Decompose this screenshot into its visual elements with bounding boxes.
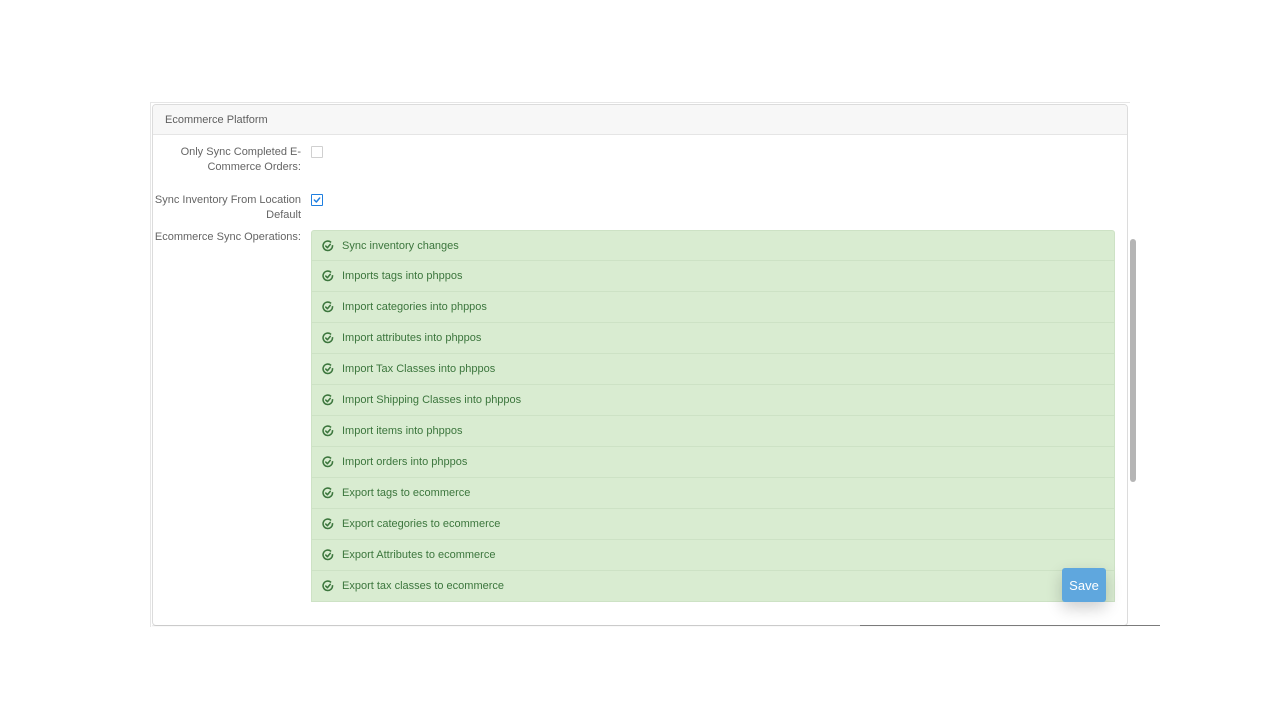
- op-label: Import Tax Classes into phppos: [342, 363, 495, 375]
- ecommerce-sync-ops-label: Ecommerce Sync Operations:: [153, 230, 311, 602]
- sync-inventory-checkbox[interactable]: [311, 194, 323, 206]
- check-circle-icon: [322, 549, 334, 561]
- op-import-items[interactable]: Import items into phppos: [311, 416, 1115, 447]
- op-import-tax-classes[interactable]: Import Tax Classes into phppos: [311, 354, 1115, 385]
- check-circle-icon: [322, 487, 334, 499]
- op-label: Import orders into phppos: [342, 456, 467, 468]
- check-circle-icon: [322, 518, 334, 530]
- op-import-attributes[interactable]: Import attributes into phppos: [311, 323, 1115, 354]
- op-label: Export tags to ecommerce: [342, 487, 470, 499]
- panel-outer-top: [150, 102, 1130, 103]
- save-button[interactable]: Save: [1062, 568, 1106, 602]
- op-label: Sync inventory changes: [342, 240, 459, 252]
- op-label: Export categories to ecommerce: [342, 518, 500, 530]
- scrollbar-thumb[interactable]: [1130, 239, 1136, 482]
- only-sync-completed-label: Only Sync Completed E-Commerce Orders:: [153, 145, 311, 175]
- op-import-shipping-classes[interactable]: Import Shipping Classes into phppos: [311, 385, 1115, 416]
- panel-title: Ecommerce Platform: [153, 105, 1127, 135]
- op-imports-tags[interactable]: Imports tags into phppos: [311, 261, 1115, 292]
- panel-outer-left: [150, 102, 151, 627]
- op-label: Import Shipping Classes into phppos: [342, 394, 521, 406]
- sync-inventory-label: Sync Inventory From Location Default: [153, 193, 311, 223]
- panel-title-text: Ecommerce Platform: [165, 114, 268, 126]
- check-circle-icon: [322, 301, 334, 313]
- op-export-categories[interactable]: Export categories to ecommerce: [311, 509, 1115, 540]
- ecommerce-platform-panel: Ecommerce Platform Only Sync Completed E…: [152, 104, 1128, 626]
- check-circle-icon: [322, 456, 334, 468]
- op-export-tags[interactable]: Export tags to ecommerce: [311, 478, 1115, 509]
- op-import-categories[interactable]: Import categories into phppos: [311, 292, 1115, 323]
- op-label: Imports tags into phppos: [342, 270, 462, 282]
- op-label: Import items into phppos: [342, 425, 462, 437]
- footer-divider: [860, 625, 1160, 626]
- op-import-orders[interactable]: Import orders into phppos: [311, 447, 1115, 478]
- ecommerce-sync-ops-list: Sync inventory changes Imports tags into…: [311, 230, 1115, 602]
- check-circle-icon: [322, 394, 334, 406]
- check-circle-icon: [322, 270, 334, 282]
- op-label: Import categories into phppos: [342, 301, 487, 313]
- check-circle-icon: [322, 580, 334, 592]
- check-circle-icon: [322, 332, 334, 344]
- op-export-tax-classes[interactable]: Export tax classes to ecommerce: [311, 571, 1115, 602]
- op-sync-inventory-changes[interactable]: Sync inventory changes: [311, 230, 1115, 261]
- op-label: Export tax classes to ecommerce: [342, 580, 504, 592]
- check-circle-icon: [322, 363, 334, 375]
- check-circle-icon: [322, 240, 334, 252]
- only-sync-completed-checkbox[interactable]: [311, 146, 323, 158]
- op-label: Import attributes into phppos: [342, 332, 481, 344]
- check-circle-icon: [322, 425, 334, 437]
- op-export-attributes[interactable]: Export Attributes to ecommerce: [311, 540, 1115, 571]
- save-button-label: Save: [1069, 578, 1099, 593]
- op-label: Export Attributes to ecommerce: [342, 549, 495, 561]
